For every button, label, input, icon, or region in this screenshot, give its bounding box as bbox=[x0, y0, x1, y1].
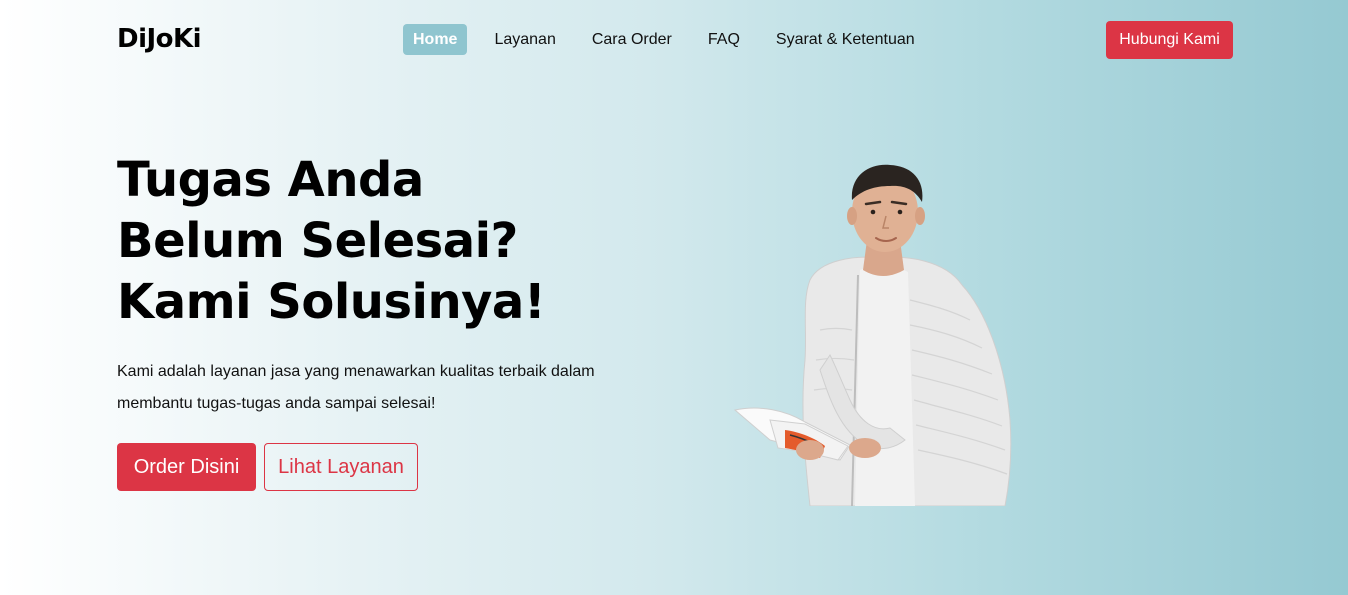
hero-title-line2: Belum Selesai? bbox=[117, 213, 518, 269]
nav-item-cara-order[interactable]: Cara Order bbox=[582, 24, 682, 55]
nav-item-faq[interactable]: FAQ bbox=[698, 24, 750, 55]
hero-title-line1: Tugas Anda bbox=[117, 152, 424, 208]
hero-image bbox=[733, 164, 1012, 506]
nav-item-syarat-ketentuan[interactable]: Syarat & Ketentuan bbox=[766, 24, 925, 55]
navbar: DiJoKi Home Layanan Cara Order FAQ Syara… bbox=[0, 0, 1348, 82]
hero-title: Tugas Anda Belum Selesai? Kami Solusinya… bbox=[117, 150, 546, 333]
hero-description: Kami adalah layanan jasa yang menawarkan… bbox=[117, 363, 595, 412]
nav-item-layanan[interactable]: Layanan bbox=[484, 24, 565, 55]
view-services-button[interactable]: Lihat Layanan bbox=[264, 443, 418, 491]
order-button[interactable]: Order Disini bbox=[117, 443, 256, 491]
hero-title-line3: Kami Solusinya! bbox=[117, 274, 546, 330]
nav-item-home[interactable]: Home bbox=[403, 24, 468, 55]
contact-button[interactable]: Hubungi Kami bbox=[1106, 21, 1233, 59]
brand-logo[interactable]: DiJoKi bbox=[117, 24, 202, 54]
nav-menu: Home Layanan Cara Order FAQ Syarat & Ket… bbox=[403, 24, 941, 55]
